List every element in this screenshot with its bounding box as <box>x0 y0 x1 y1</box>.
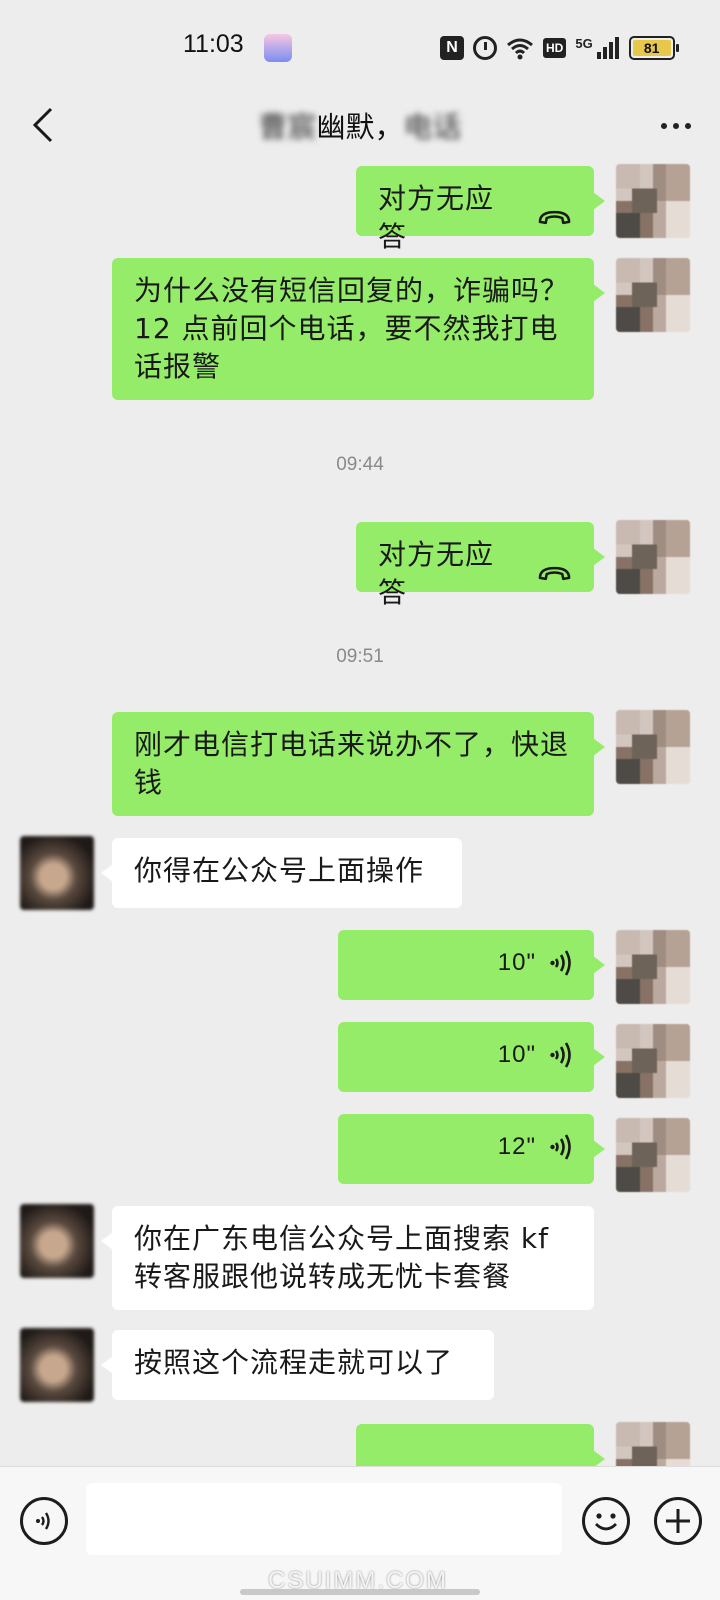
voice-wave-icon <box>550 950 571 976</box>
partial-message-bubble[interactable] <box>356 1424 605 1466</box>
chat-message-list[interactable]: 对方无应答 为什么没有短信回复的，诈骗吗？12 点前回个电话，要不然我打电话报警… <box>0 162 720 1466</box>
text-message-bubble[interactable]: 你得在公众号上面操作 <box>101 838 462 908</box>
voice-input-toggle-button[interactable] <box>20 1497 68 1545</box>
more-options-button[interactable] <box>650 104 702 148</box>
voice-message-bubble[interactable]: 10" <box>338 1022 605 1092</box>
my-avatar[interactable] <box>616 1024 690 1098</box>
chat-title: 曹宸幽默，电话 <box>0 104 720 146</box>
battery-level: 81 <box>632 40 671 56</box>
voice-duration: 10" <box>497 1041 536 1068</box>
voice-message-row: 10" <box>360 1036 572 1074</box>
contact-avatar[interactable] <box>20 1328 94 1402</box>
message-timestamp: 09:51 <box>336 646 384 667</box>
my-avatar[interactable] <box>616 164 690 238</box>
message-input[interactable] <box>86 1483 562 1555</box>
call-message-row: 对方无应答 <box>378 536 572 612</box>
chat-input-bar: CSUIMM.COM <box>0 1466 720 1600</box>
my-avatar[interactable] <box>616 1422 690 1466</box>
call-message-bubble[interactable]: 对方无应答 <box>356 522 605 609</box>
voice-message-row: 10" <box>360 944 572 982</box>
message-timestamp: 09:44 <box>336 454 384 475</box>
phone-hangup-icon <box>538 566 571 581</box>
message-text: 你在广东电信公众号上面搜索 kf 转客服跟他说转成无忧卡套餐 <box>134 1222 549 1293</box>
nfc-icon: N <box>440 36 464 60</box>
message-text: 你得在公众号上面操作 <box>134 854 425 887</box>
text-message-bubble[interactable]: 你在广东电信公众号上面搜索 kf 转客服跟他说转成无忧卡套餐 <box>101 1206 594 1310</box>
home-indicator[interactable] <box>240 1589 480 1595</box>
voice-wave-icon <box>550 1134 571 1160</box>
signal-5g-icon <box>596 37 619 59</box>
more-dot-icon <box>661 123 667 129</box>
chat-header: 曹宸幽默，电话 <box>0 90 720 162</box>
message-text: 为什么没有短信回复的，诈骗吗？12 点前回个电话，要不然我打电话报警 <box>134 274 570 383</box>
text-message-bubble[interactable]: 刚才电信打电话来说办不了，快退钱 <box>112 712 605 816</box>
text-message-bubble[interactable]: 为什么没有短信回复的，诈骗吗？12 点前回个电话，要不然我打电话报警 <box>112 258 605 400</box>
phone-hangup-icon <box>538 210 571 225</box>
network-type: 5G <box>575 35 593 51</box>
voice-message-row: 12" <box>360 1128 572 1166</box>
chat-title-visible: 幽默， <box>316 110 404 144</box>
contact-avatar[interactable] <box>20 1204 94 1278</box>
wifi-icon <box>507 38 533 60</box>
plus-icon <box>666 1509 690 1533</box>
more-functions-button[interactable] <box>654 1497 702 1545</box>
app-notification-icon <box>264 34 292 62</box>
call-status-text: 对方无应答 <box>378 538 495 609</box>
hd-icon: HD <box>543 38 567 58</box>
emoji-smile-icon <box>595 1513 617 1531</box>
voice-message-bubble[interactable]: 12" <box>338 1114 605 1184</box>
my-avatar[interactable] <box>616 930 690 1004</box>
voice-mode-icon <box>36 1512 50 1530</box>
battery-icon: 81 <box>628 36 679 60</box>
chat-title-redacted-prefix: 曹宸 <box>258 110 317 144</box>
more-dot-icon <box>685 123 691 129</box>
voice-duration: 10" <box>497 949 536 976</box>
my-avatar[interactable] <box>616 1118 690 1192</box>
status-time: 11:03 <box>183 30 244 58</box>
text-message-bubble[interactable]: 按照这个流程走就可以了 <box>101 1330 494 1400</box>
my-avatar[interactable] <box>616 710 690 784</box>
status-bar: 11:03 N HD 5G 81 <box>0 0 720 90</box>
chat-title-redacted-suffix: 电话 <box>403 110 462 144</box>
call-message-bubble[interactable]: 对方无应答 <box>356 166 605 253</box>
alarm-icon <box>473 36 497 60</box>
voice-message-bubble[interactable]: 10" <box>338 930 605 1000</box>
voice-wave-icon <box>550 1042 571 1068</box>
message-text: 按照这个流程走就可以了 <box>134 1346 454 1379</box>
my-avatar[interactable] <box>616 258 690 332</box>
call-message-row: 对方无应答 <box>378 180 572 256</box>
my-avatar[interactable] <box>616 520 690 594</box>
more-dot-icon <box>673 123 679 129</box>
call-status-text: 对方无应答 <box>378 182 495 253</box>
voice-duration: 12" <box>497 1133 536 1160</box>
message-text: 刚才电信打电话来说办不了，快退钱 <box>134 728 570 799</box>
status-icons: N HD 5G 81 <box>440 34 679 62</box>
emoji-button[interactable] <box>582 1497 630 1545</box>
contact-avatar[interactable] <box>20 836 94 910</box>
